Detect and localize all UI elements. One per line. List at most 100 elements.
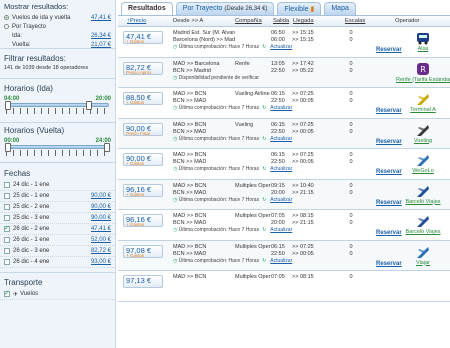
operator[interactable]: R Renfe (Tarifa Estándar) <box>396 58 450 88</box>
header-compania[interactable]: Compañía <box>235 18 273 24</box>
operator[interactable]: Vueling <box>396 119 450 149</box>
fecha-item[interactable]: 25 dic - 3 ene 90,00 € <box>0 213 115 224</box>
header-precio[interactable]: ↑Precio <box>118 18 173 24</box>
price-box[interactable]: 82,72 € Precio Aprox. <box>123 61 163 75</box>
operator-name[interactable]: Barceló Viajes <box>396 199 450 205</box>
fecha-checkbox[interactable] <box>4 215 10 221</box>
operator-name[interactable]: Terminal A <box>396 107 450 113</box>
fecha-price[interactable]: 93,00 € <box>91 259 111 265</box>
clock-icon: ◷ <box>173 196 178 203</box>
operator-name[interactable]: Viajar <box>396 260 450 266</box>
show-results-title: Mostrar resultados: <box>4 2 69 11</box>
price-box[interactable]: 88,50 € + Gastos <box>123 92 163 105</box>
tab-resultados[interactable]: Resultados <box>121 2 173 15</box>
operator-name[interactable]: WeGoLo <box>396 168 450 174</box>
vuelos-checkbox[interactable] <box>4 289 10 297</box>
operator[interactable]: Viajar <box>396 241 450 271</box>
vuelta-price[interactable]: 21,07 € <box>91 42 111 48</box>
fecha-label: 26 dic - 2 ene <box>13 226 50 232</box>
radio-per-leg[interactable] <box>4 24 9 29</box>
fecha-checkbox[interactable] <box>4 204 10 210</box>
tab-flexible[interactable]: Flexible ▮ <box>277 2 322 15</box>
fecha-checkbox[interactable] <box>4 224 10 232</box>
vuelta-slider-handle-left[interactable] <box>5 143 11 152</box>
option-per-leg-label: Por Trayecto <box>12 23 47 30</box>
vuelta-slider-ticks <box>6 150 109 156</box>
operator[interactable]: Alsa <box>396 27 450 57</box>
header-salida[interactable]: Salida <box>273 18 293 24</box>
option-round-trip-price[interactable]: 47,41 € <box>91 15 111 21</box>
transporte-vuelos[interactable]: ✈Vuelos <box>0 289 115 300</box>
fecha-item[interactable]: 26 dic - 3 ene 82,72 € <box>0 246 115 257</box>
actualizar-link[interactable]: Actualizar <box>270 44 292 50</box>
actualizar-link[interactable]: Actualizar <box>270 136 292 142</box>
ida-slider-handle-right[interactable] <box>85 101 92 110</box>
ida-time-slider[interactable] <box>5 101 109 110</box>
clock-icon: ◷ <box>173 135 178 142</box>
operator-name[interactable]: Barceló Viajes <box>396 229 450 235</box>
option-round-trip[interactable]: Vuelos de ida y vuelta 47,41 € <box>0 13 115 22</box>
ida-price[interactable]: 26,34 € <box>91 33 111 39</box>
fecha-price[interactable]: 90,00 € <box>91 215 111 221</box>
fecha-price[interactable]: 52,00 € <box>91 237 111 243</box>
fecha-item[interactable]: 24 dic - 1 ene <box>0 180 115 191</box>
fecha-checkbox[interactable] <box>4 182 10 188</box>
fecha-item[interactable]: 26 dic - 4 ene 93,00 € <box>0 257 115 268</box>
operator[interactable]: Terminal A <box>396 88 450 118</box>
last-check-label: Última comprobación: Hace 7 Horas <box>178 166 260 172</box>
header-llegada[interactable]: Llegada <box>293 18 329 24</box>
price-value: 97,13 € <box>126 276 152 285</box>
operator[interactable]: Barceló Viajes <box>396 180 450 210</box>
fecha-checkbox[interactable] <box>4 259 10 265</box>
price-box[interactable]: 97,08 € + Gastos <box>123 244 163 258</box>
refresh-icon: ↻ <box>262 196 267 203</box>
price-box[interactable]: 90,00 € + Gastos <box>123 153 163 166</box>
price-box[interactable]: 96,16 € + Gastos <box>123 214 163 227</box>
fecha-price[interactable]: 47,41 € <box>91 226 111 232</box>
fecha-item[interactable]: 26 dic - 2 ene 47,41 € <box>0 224 115 235</box>
tab-mapa[interactable]: Mapa <box>324 2 356 15</box>
actualizar-link[interactable]: Actualizar <box>270 197 292 203</box>
operator-name[interactable]: Renfe (Tarifa Estándar) <box>396 77 450 83</box>
fecha-checkbox[interactable] <box>4 237 10 243</box>
actualizar-link[interactable]: Actualizar <box>270 258 292 264</box>
operator[interactable]: WeGoLo <box>396 149 450 179</box>
radio-round-trip[interactable] <box>4 15 9 20</box>
fecha-checkbox[interactable] <box>4 193 10 199</box>
fecha-item[interactable]: 26 dic - 1 ene 52,00 € <box>0 235 115 246</box>
tab-por-trayecto[interactable]: Por Trayecto (Desde 26,34 €) <box>175 2 275 15</box>
price-note: + Gastos <box>126 161 145 166</box>
fecha-item[interactable]: 25 dic - 1 ene 90,00 € <box>0 191 115 202</box>
plane-icon <box>415 152 431 168</box>
vuelta-slider-handle-right[interactable] <box>104 143 110 152</box>
vuelta-time-slider[interactable] <box>5 143 110 152</box>
fecha-checkbox[interactable] <box>4 248 10 254</box>
fecha-price[interactable]: 82,72 € <box>91 248 111 254</box>
ida-slider-handle-left[interactable] <box>5 101 11 110</box>
return-line: Barcelona (Nord) >> Madrid 06:00 >> 15:1… <box>173 36 377 44</box>
price-box[interactable]: 97,13 € <box>123 275 163 288</box>
price-box[interactable]: 90,00 € Precio Final <box>123 122 163 136</box>
actualizar-link[interactable]: Actualizar <box>270 227 292 233</box>
departure-time: 20:00 <box>271 189 285 196</box>
tab-por-trayecto-label: Por Trayecto <box>182 5 223 12</box>
actualizar-link[interactable]: Actualizar <box>270 166 292 172</box>
arrow: >> <box>292 67 300 74</box>
header-escalas[interactable]: Escalas <box>329 18 383 24</box>
train-icon: R <box>415 61 431 77</box>
header-precio-label: Precio <box>129 18 147 24</box>
route: BCN >> MAD <box>173 220 207 226</box>
actualizar-link[interactable]: Actualizar <box>270 105 292 111</box>
fecha-item[interactable]: 25 dic - 2 ene 90,00 € <box>0 202 115 213</box>
operator[interactable]: Barceló Viajes <box>396 210 450 240</box>
option-per-leg[interactable]: Por Trayecto <box>0 22 115 31</box>
price-box[interactable]: 96,16 € + Gastos <box>123 183 163 197</box>
last-check-label: Última comprobación: Hace 7 Horas <box>178 196 260 203</box>
operator-name[interactable]: Alsa <box>396 46 450 52</box>
operator-name[interactable]: Vueling <box>396 138 450 144</box>
price-box[interactable]: 47,41 € + Gastos <box>123 31 163 44</box>
tab-flexible-label: Flexible <box>284 6 309 13</box>
fecha-price[interactable]: 90,00 € <box>91 204 111 210</box>
stops: 0 <box>349 250 353 257</box>
fecha-price[interactable]: 90,00 € <box>91 193 111 199</box>
